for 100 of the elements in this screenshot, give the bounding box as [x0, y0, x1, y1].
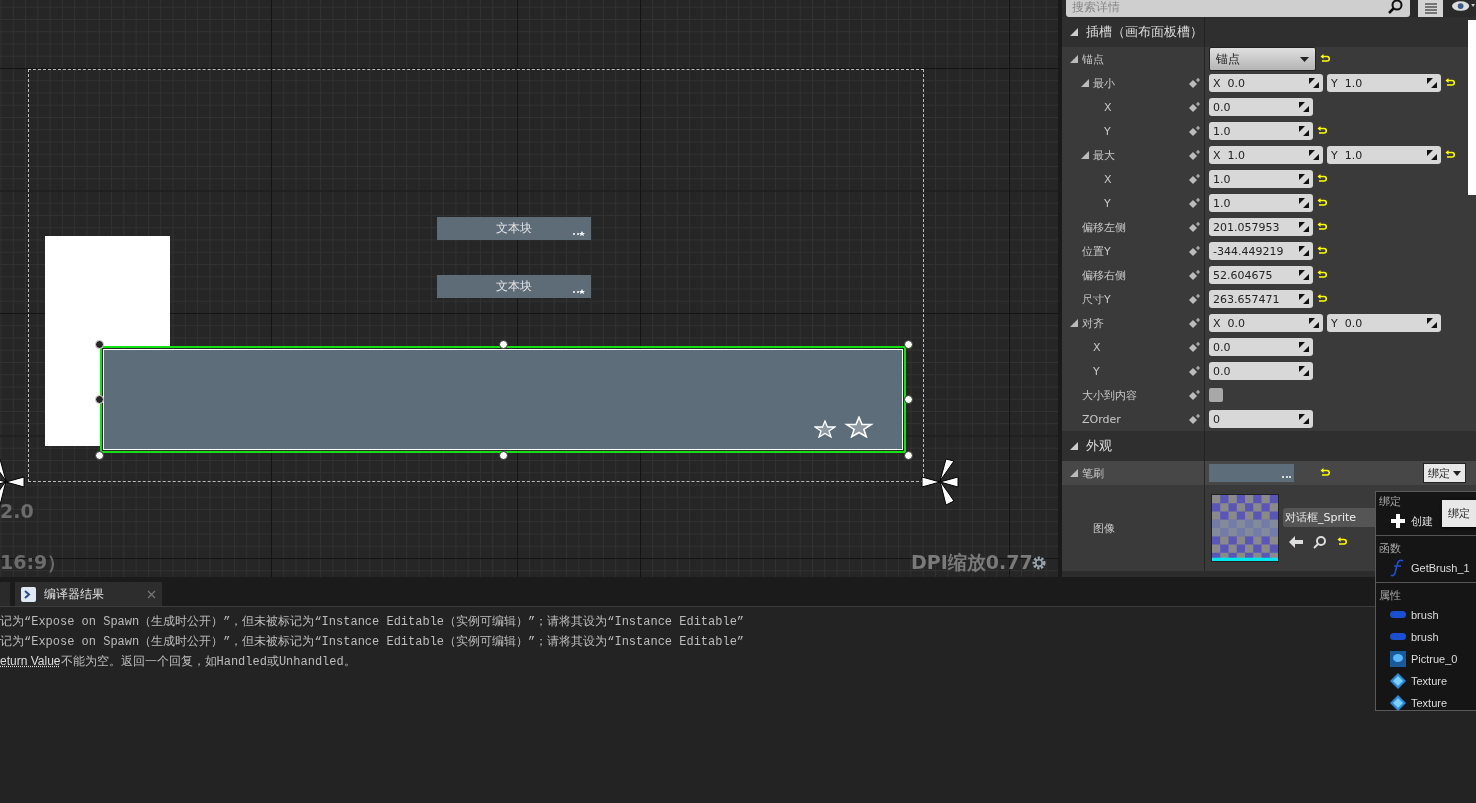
- spin-handle-icon[interactable]: [1299, 366, 1309, 376]
- spin-handle-icon[interactable]: [1299, 294, 1309, 304]
- text-block[interactable]: 文本块: [437, 217, 591, 240]
- bind-icon[interactable]: [1188, 269, 1201, 281]
- bind-icon[interactable]: [1188, 245, 1201, 257]
- spin-handle-icon[interactable]: [1299, 270, 1309, 280]
- view-options-button[interactable]: [1418, 0, 1443, 17]
- reset-icon[interactable]: [1320, 54, 1330, 64]
- checkbox[interactable]: [1209, 388, 1223, 402]
- spin-handle-icon[interactable]: [1299, 222, 1309, 232]
- bind-icon[interactable]: [1188, 413, 1201, 425]
- output-tab[interactable]: 编译器结果: [15, 582, 162, 606]
- spin-handle-icon[interactable]: [1427, 150, 1437, 160]
- reset-icon[interactable]: [1317, 294, 1327, 304]
- menu-item[interactable]: Texture: [1376, 692, 1448, 714]
- spin-handle-icon[interactable]: [1299, 174, 1309, 184]
- spin-handle-icon[interactable]: [1299, 246, 1309, 256]
- image-widget[interactable]: [103, 349, 903, 450]
- brush-swatch[interactable]: [1209, 464, 1294, 482]
- expand-arrow-icon[interactable]: [1070, 55, 1078, 63]
- arrow-left-icon[interactable]: [1289, 535, 1303, 548]
- value-field[interactable]: Y 0.0: [1327, 314, 1441, 332]
- spin-handle-icon[interactable]: [1309, 150, 1319, 160]
- settings-icon[interactable]: [1031, 555, 1047, 571]
- close-icon[interactable]: [147, 589, 156, 599]
- value-field[interactable]: 1.0: [1209, 170, 1313, 188]
- expand-arrow-icon[interactable]: [1070, 319, 1078, 327]
- scrollbar[interactable]: [1468, 20, 1476, 195]
- value-field[interactable]: 263.657471: [1209, 290, 1313, 308]
- menu-item[interactable]: Texture: [1376, 670, 1448, 692]
- resize-handle[interactable]: [904, 340, 913, 349]
- bind-icon[interactable]: [1188, 125, 1201, 137]
- value-field[interactable]: 201.057953: [1209, 218, 1313, 236]
- asset-name-field[interactable]: 对话框_Sprite: [1283, 507, 1375, 527]
- value-field[interactable]: X 0.0: [1209, 314, 1323, 332]
- expand-arrow-icon[interactable]: [1081, 151, 1089, 159]
- reset-icon[interactable]: [1445, 78, 1455, 88]
- spin-handle-icon[interactable]: [1299, 198, 1309, 208]
- spin-handle-icon[interactable]: [1299, 126, 1309, 136]
- bind-button[interactable]: 绑定: [1423, 463, 1466, 483]
- menu-item[interactable]: GetBrush_1: [1376, 557, 1470, 579]
- spin-handle-icon[interactable]: [1309, 318, 1319, 328]
- spin-handle-icon[interactable]: [1299, 342, 1309, 352]
- value-field[interactable]: Y 1.0: [1327, 146, 1441, 164]
- eye-icon[interactable]: [1451, 0, 1476, 14]
- reset-icon[interactable]: [1317, 246, 1327, 256]
- value-field[interactable]: 1.0: [1209, 122, 1313, 140]
- value-field[interactable]: 0.0: [1209, 338, 1313, 356]
- menu-item[interactable]: brush: [1376, 626, 1439, 648]
- spin-handle-icon[interactable]: [1299, 102, 1309, 112]
- reset-icon[interactable]: [1317, 126, 1327, 136]
- resize-handle[interactable]: [499, 340, 508, 349]
- bind-icon[interactable]: [1188, 389, 1201, 401]
- reset-icon[interactable]: [1317, 198, 1327, 208]
- value-field[interactable]: -344.449219: [1209, 242, 1313, 260]
- text-block[interactable]: 文本块: [437, 275, 591, 298]
- value-field[interactable]: 0.0: [1209, 98, 1313, 116]
- bind-icon[interactable]: [1188, 149, 1201, 161]
- bind-icon[interactable]: [1188, 317, 1201, 329]
- value-field[interactable]: 0: [1209, 410, 1313, 428]
- resize-handle[interactable]: [904, 451, 913, 460]
- value-field[interactable]: 0.0: [1209, 362, 1313, 380]
- expand-arrow-icon[interactable]: [1070, 469, 1078, 477]
- log-link[interactable]: eturn Value: [0, 654, 61, 668]
- expand-arrow-icon[interactable]: [1081, 79, 1089, 87]
- reset-icon[interactable]: [1320, 468, 1330, 478]
- value-field[interactable]: 1.0: [1209, 194, 1313, 212]
- reset-icon[interactable]: [1317, 222, 1327, 232]
- bind-icon[interactable]: [1188, 173, 1201, 185]
- search-icon[interactable]: [1313, 534, 1327, 549]
- search-field[interactable]: 搜索详情: [1066, 0, 1410, 17]
- bind-icon[interactable]: [1188, 341, 1201, 353]
- expand-arrow-icon[interactable]: [1070, 28, 1078, 36]
- menu-item[interactable]: Pictrue_0: [1376, 648, 1458, 670]
- bind-icon[interactable]: [1188, 293, 1201, 305]
- spin-handle-icon[interactable]: [1427, 78, 1437, 88]
- bind-icon[interactable]: [1188, 197, 1201, 209]
- expand-arrow-icon[interactable]: [1070, 442, 1078, 450]
- bind-icon[interactable]: [1188, 365, 1201, 377]
- reset-icon[interactable]: [1317, 270, 1327, 280]
- anchor-icon[interactable]: [920, 457, 960, 507]
- value-field[interactable]: X 0.0: [1209, 74, 1323, 92]
- texture-thumbnail[interactable]: [1211, 494, 1279, 562]
- bind-icon[interactable]: [1188, 101, 1201, 113]
- resize-handle[interactable]: [95, 451, 104, 460]
- spin-handle-icon[interactable]: [1299, 414, 1309, 424]
- reset-icon[interactable]: [1445, 150, 1455, 160]
- spin-handle-icon[interactable]: [1309, 78, 1319, 88]
- menu-item[interactable]: brush: [1376, 604, 1439, 626]
- reset-icon[interactable]: [1337, 536, 1347, 547]
- reset-icon[interactable]: [1317, 174, 1327, 184]
- value-field[interactable]: Y 1.0: [1327, 74, 1441, 92]
- menu-item[interactable]: 创建: [1376, 510, 1433, 532]
- value-field[interactable]: 52.604675: [1209, 266, 1313, 284]
- value-field[interactable]: X 1.0: [1209, 146, 1323, 164]
- bind-icon[interactable]: [1188, 221, 1201, 233]
- resize-handle[interactable]: [499, 451, 508, 460]
- spin-handle-icon[interactable]: [1427, 318, 1437, 328]
- bind-icon[interactable]: [1188, 77, 1201, 89]
- anchor-dropdown[interactable]: 锚点: [1209, 47, 1316, 71]
